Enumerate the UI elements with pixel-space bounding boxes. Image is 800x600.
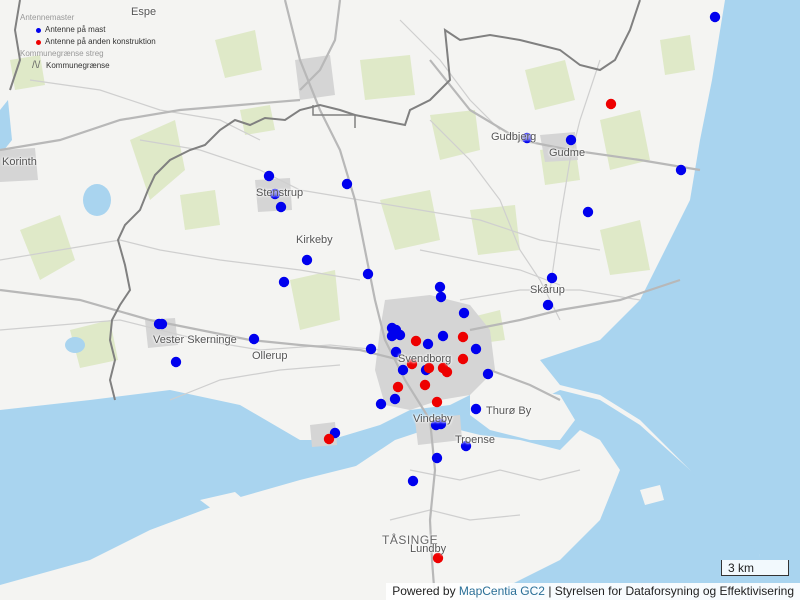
place-vester-skerninge: Vester Skerninge: [153, 334, 237, 346]
antenna-on-mast-marker[interactable]: [278, 276, 290, 288]
place-thuro-by: Thurø By: [486, 405, 532, 417]
antenna-on-mast-marker[interactable]: [435, 291, 447, 303]
antenna-on-mast-marker[interactable]: [437, 330, 449, 342]
antenna-on-mast-marker[interactable]: [156, 318, 168, 330]
antenna-on-mast-marker[interactable]: [365, 343, 377, 355]
antenna-on-mast-marker[interactable]: [170, 356, 182, 368]
place-skarup: Skårup: [530, 284, 565, 296]
antenna-on-mast-marker[interactable]: [341, 178, 353, 190]
antenna-on-mast-marker[interactable]: [482, 368, 494, 380]
antenna-on-mast-marker[interactable]: [362, 268, 374, 280]
antenna-on-mast-marker[interactable]: [470, 403, 482, 415]
antenna-on-other-structure-marker[interactable]: [419, 379, 431, 391]
antenna-on-other-structure-marker[interactable]: [457, 331, 469, 343]
antenna-on-other-structure-marker[interactable]: [410, 335, 422, 347]
antenna-on-mast-marker[interactable]: [397, 364, 409, 376]
antenna-on-mast-marker[interactable]: [389, 393, 401, 405]
antenna-on-mast-marker[interactable]: [275, 201, 287, 213]
legend-boundary-title: Kommunegrænse streg: [20, 49, 104, 58]
legend-item-other: Antenne på anden konstruktion: [20, 36, 156, 48]
antenna-on-mast-marker[interactable]: [546, 272, 558, 284]
place-vindeby: Vindeby: [413, 413, 453, 425]
place-stenstrup: Stenstrup: [256, 187, 304, 199]
antenna-on-mast-marker[interactable]: [407, 475, 419, 487]
scale-bar: 3 km: [721, 560, 789, 576]
antenna-on-mast-marker[interactable]: [394, 329, 406, 341]
antenna-on-other-structure-marker[interactable]: [605, 98, 617, 110]
place-troense: Troense: [455, 434, 495, 446]
antenna-on-mast-marker[interactable]: [582, 206, 594, 218]
legend-item-mast: Antenne på mast: [20, 24, 156, 36]
basemap: [0, 0, 800, 600]
place-kirkeby: Kirkeby: [296, 234, 333, 246]
legend-item-boundary: /\/ Kommunegrænse: [20, 60, 156, 72]
attribution-suffix: | Styrelsen for Dataforsyning og Effekti…: [548, 584, 794, 598]
place-korinth: Korinth: [2, 156, 37, 168]
antenna-on-mast-marker[interactable]: [375, 398, 387, 410]
antenna-on-mast-marker[interactable]: [431, 452, 443, 464]
antenna-on-mast-marker[interactable]: [675, 164, 687, 176]
antenna-on-other-structure-marker[interactable]: [457, 353, 469, 365]
attribution: Powered by MapCentia GC2 | Styrelsen for…: [386, 583, 800, 600]
map-legend: Antennemaster Antenne på mast Antenne på…: [20, 12, 156, 72]
other-dot-icon: [36, 39, 41, 45]
boundary-line-icon: /\/: [32, 60, 41, 71]
antenna-on-mast-marker[interactable]: [263, 170, 275, 182]
antenna-on-mast-marker[interactable]: [301, 254, 313, 266]
antenna-on-mast-marker[interactable]: [470, 343, 482, 355]
place-lundby: Lundby: [410, 543, 447, 555]
place-svendborg: Svendborg: [398, 353, 452, 365]
map-view[interactable]: Antennemaster Antenne på mast Antenne på…: [0, 0, 800, 600]
mast-dot-icon: [36, 27, 41, 33]
place-gudbjerg: Gudbjerg: [491, 131, 537, 143]
antenna-on-other-structure-marker[interactable]: [392, 381, 404, 393]
place-ollerup: Ollerup: [252, 350, 288, 362]
antenna-on-mast-marker[interactable]: [709, 11, 721, 23]
antenna-on-mast-marker[interactable]: [458, 307, 470, 319]
antenna-on-mast-marker[interactable]: [422, 338, 434, 350]
place-gudme: Gudme: [549, 147, 586, 159]
antenna-on-other-structure-marker[interactable]: [431, 396, 443, 408]
mapcentia-link[interactable]: MapCentia GC2: [459, 584, 545, 598]
place-espe: Espe: [131, 6, 157, 18]
antenna-on-other-structure-marker[interactable]: [323, 433, 335, 445]
antenna-on-mast-marker[interactable]: [565, 134, 577, 146]
legend-item-mast-label: Antenne på mast: [45, 25, 106, 34]
legend-item-other-label: Antenne på anden konstruktion: [45, 37, 156, 46]
antenna-on-mast-marker[interactable]: [542, 299, 554, 311]
antenna-on-mast-marker[interactable]: [434, 281, 446, 293]
attribution-prefix: Powered by: [392, 584, 456, 598]
antenna-on-mast-marker[interactable]: [248, 333, 260, 345]
legend-item-boundary-label: Kommunegrænse: [46, 61, 110, 70]
antenna-on-other-structure-marker[interactable]: [441, 366, 453, 378]
